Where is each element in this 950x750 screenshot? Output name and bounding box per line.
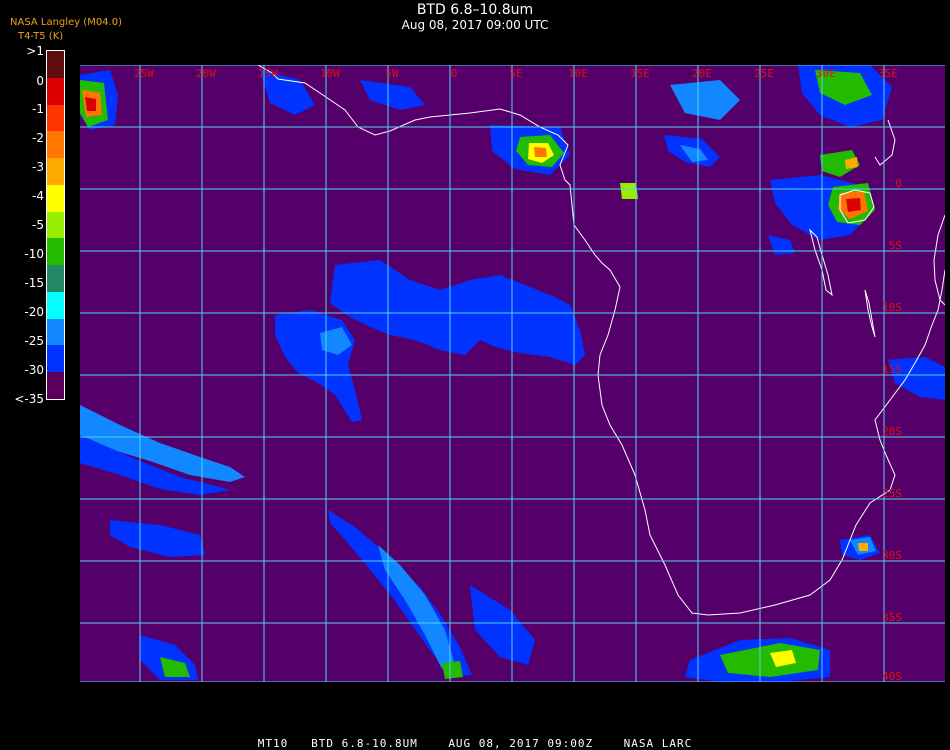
legend-label: -30 xyxy=(24,363,44,377)
map-title: BTD 6.8–10.8um xyxy=(416,2,534,18)
legend-swatch xyxy=(47,265,64,293)
units-label: T4-T5 (K) xyxy=(18,31,64,42)
cloud-blob xyxy=(670,80,740,120)
map-timestamp: Aug 08, 2017 09:00 UTC xyxy=(401,18,549,32)
lon-label: 30E xyxy=(816,67,836,80)
lat-label: 15S xyxy=(882,363,902,376)
legend-label: -3 xyxy=(32,160,44,174)
legend-swatch xyxy=(47,158,64,186)
legend-label: 0 xyxy=(36,74,44,88)
lon-label: 5W xyxy=(385,67,399,80)
lon-label: 10W xyxy=(320,67,340,80)
lat-label: 20S xyxy=(882,425,902,438)
legend-label: -2 xyxy=(32,131,44,145)
legend-label: -10 xyxy=(24,247,44,261)
cloud-blob xyxy=(858,543,868,551)
map-canvas: 25W 20W 15W 10W 5W 0 5E 10E 15E 20E 25E 30E 35E 0 5S 10… xyxy=(80,64,946,683)
cloud-blob xyxy=(442,661,463,679)
lon-label: 20E xyxy=(692,67,712,80)
lat-label: 35S xyxy=(882,611,902,624)
cloud-blob xyxy=(470,585,535,665)
lon-label: 25W xyxy=(134,67,154,80)
footer-caption: MT10 BTD 6.8-10.8UM AUG 08, 2017 09:00Z … xyxy=(257,737,693,750)
cloud-blob xyxy=(378,545,455,669)
lon-label: 0 xyxy=(451,67,458,80)
cloud-blob xyxy=(275,310,362,422)
legend-label: <-35 xyxy=(14,392,44,406)
lon-label: 10E xyxy=(568,67,588,80)
data-source-label: NASA Langley (M04.0) xyxy=(10,17,122,28)
legend-swatch xyxy=(47,211,64,239)
lat-label: 25S xyxy=(882,487,902,500)
cloud-blob xyxy=(846,198,861,212)
legend-swatch xyxy=(47,291,64,320)
legend-swatch xyxy=(47,345,64,373)
madagascar-outline xyxy=(933,214,946,306)
legend-label: >1 xyxy=(26,44,44,58)
cloud-blob xyxy=(620,183,638,199)
cloud-blob xyxy=(768,235,795,255)
lon-label: 20W xyxy=(196,67,216,80)
lat-label: 10S xyxy=(882,301,902,314)
legend-swatch xyxy=(47,238,64,266)
lat-label: 30S xyxy=(882,549,902,562)
cloud-blob xyxy=(110,520,205,557)
lat-label: 40S xyxy=(882,670,902,682)
lat-label: 5S xyxy=(889,239,902,252)
legend-color-bar xyxy=(46,50,65,400)
cloud-blob xyxy=(534,147,547,157)
legend-swatch xyxy=(47,318,64,346)
legend-label: -1 xyxy=(32,102,44,116)
lon-label: 15W xyxy=(258,67,278,80)
legend-swatch xyxy=(47,184,64,213)
legend-swatch xyxy=(47,51,64,79)
lon-label: 35E xyxy=(878,67,898,80)
legend-swatch xyxy=(47,131,64,159)
cloud-blob xyxy=(360,80,425,110)
legend-swatch xyxy=(47,77,64,106)
legend-label: -5 xyxy=(32,218,44,232)
lat-lon-grid xyxy=(80,64,945,683)
lon-label: 5E xyxy=(509,67,522,80)
legend-label: -4 xyxy=(32,189,44,203)
legend-label: -25 xyxy=(24,334,44,348)
lon-label: 15E xyxy=(630,67,650,80)
lon-label: 25E xyxy=(754,67,774,80)
legend-swatch xyxy=(47,372,64,400)
legend-label: -20 xyxy=(24,305,44,319)
satellite-map: 25W 20W 15W 10W 5W 0 5E 10E 15E 20E 25E 30E 35E 0 5S 10… xyxy=(80,64,946,683)
legend-label: -15 xyxy=(24,276,44,290)
lat-label: 0 xyxy=(895,177,902,190)
legend-swatch xyxy=(47,104,64,132)
